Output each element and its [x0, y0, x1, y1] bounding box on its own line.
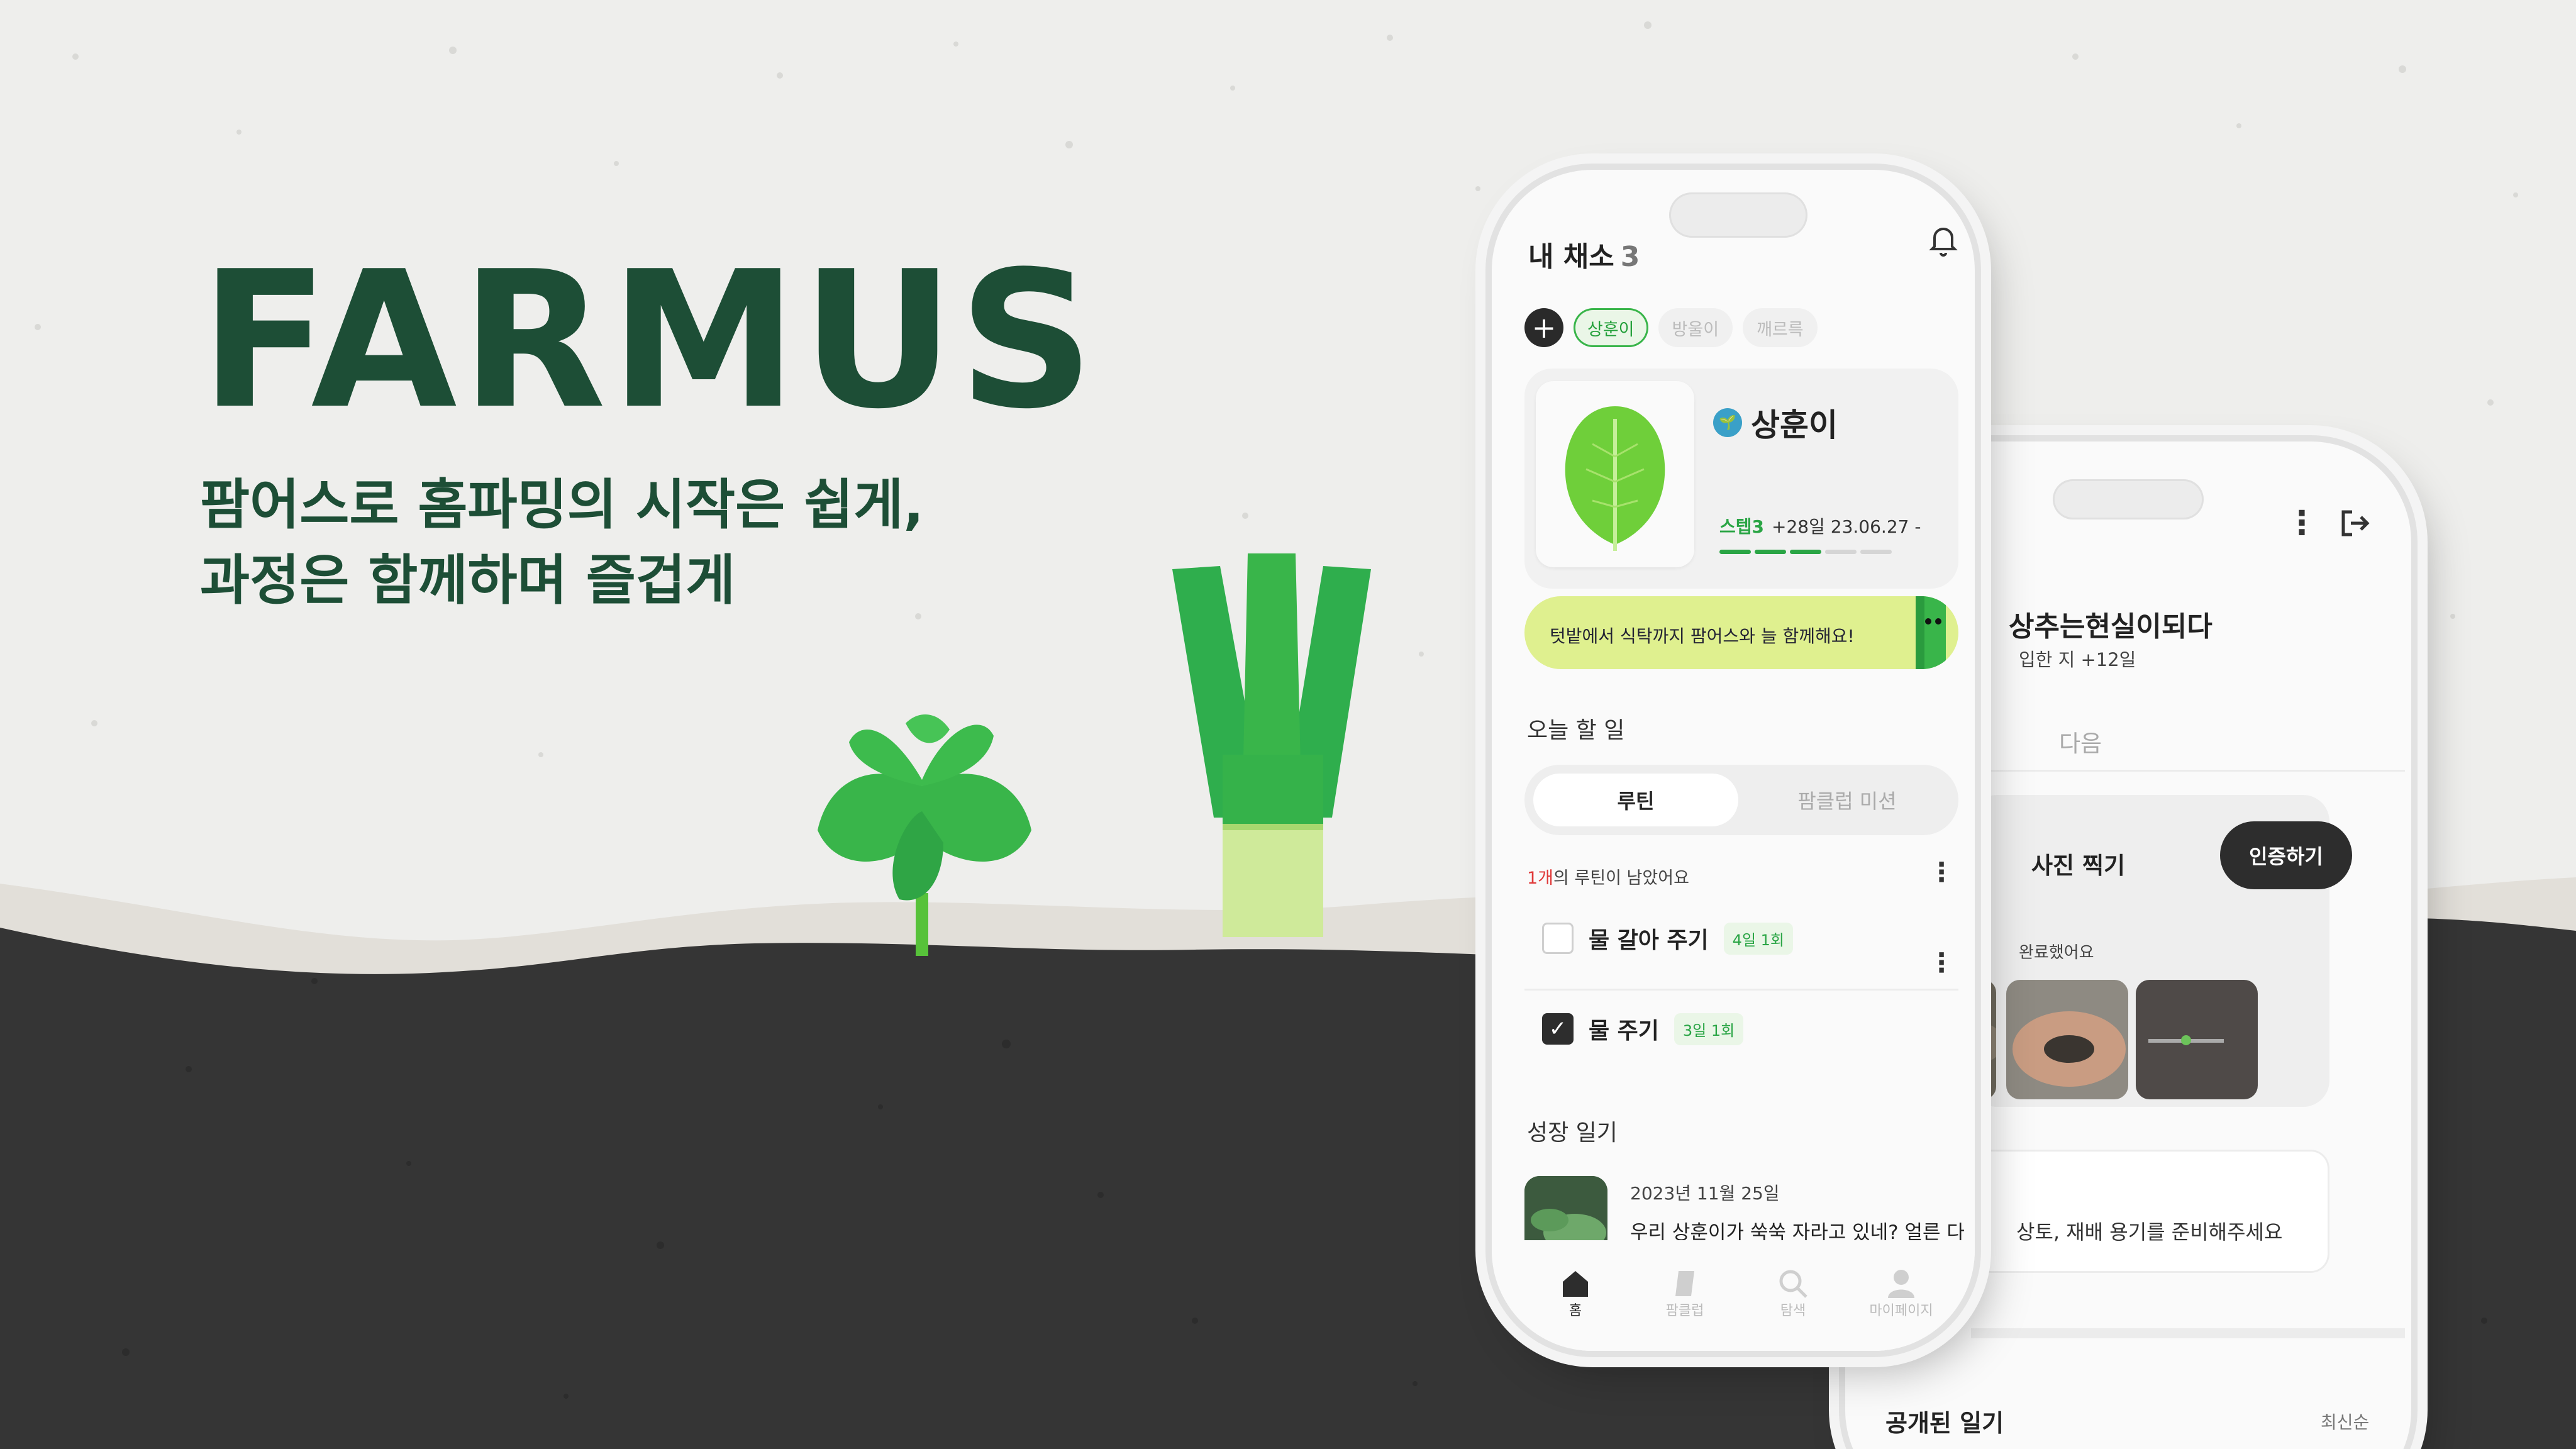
photo-thumb-2[interactable]	[2006, 980, 2128, 1099]
bottom-tab-bar: 홈 팜클럽 탐색 마이페이지	[1492, 1240, 1975, 1351]
banner-text: 텃밭에서 식탁까지 팜어스와 늘 함께해요!	[1550, 626, 1855, 647]
chip-sanghun[interactable]: 상훈이	[1574, 308, 1648, 347]
verify-button[interactable]: 인증하기	[2220, 821, 2352, 889]
divider	[1524, 989, 1958, 991]
mission-title: 사진 찍기	[2031, 852, 2126, 879]
search-icon	[1746, 1259, 1840, 1299]
notice-card	[1971, 1150, 2329, 1273]
plant-name: 🌱 상훈이	[1713, 400, 1838, 445]
plant-card[interactable]: 🌱 상훈이 스텝3 +28일 23.06.27 -	[1524, 369, 1958, 589]
progress-segment	[1719, 550, 1751, 554]
chip-bangul[interactable]: 방울이	[1658, 308, 1733, 347]
tab-explore[interactable]: 탐색	[1746, 1259, 1840, 1319]
plant-step: 스텝3	[1719, 516, 1765, 537]
remaining-count: 1개	[1527, 869, 1554, 888]
checkbox-checked[interactable]: ✓	[1542, 1013, 1574, 1045]
page-title-text: 내 채소	[1528, 241, 1614, 273]
leek-illustration	[1172, 553, 1371, 937]
page-title: 내 채소 3	[1528, 234, 1640, 274]
checkbox-unchecked[interactable]	[1542, 923, 1574, 954]
tab-next[interactable]: 다음	[2059, 724, 2102, 758]
public-diary-title: 공개된 일기	[1885, 1409, 2004, 1437]
plant-subtitle: 입한 지 +12일	[2019, 649, 2136, 670]
growth-progress	[1719, 550, 1892, 554]
plant-count: 3	[1620, 241, 1640, 273]
tagline-line-1: 팜어스로 홈파밍의 시작은 쉽게,	[200, 474, 924, 536]
tab-home[interactable]: 홈	[1528, 1259, 1623, 1319]
lettuce-image	[1536, 381, 1694, 567]
user-icon	[1854, 1259, 1948, 1299]
task-label: 물 주기	[1589, 1018, 1659, 1044]
remaining-suffix: 의 루틴이 남았어요	[1553, 869, 1689, 888]
tab-routine[interactable]: 루틴	[1533, 774, 1738, 826]
today-title: 오늘 할 일	[1527, 718, 1625, 743]
tab-mypage-label: 마이페이지	[1869, 1303, 1933, 1319]
task-row-2[interactable]: ✓ 물 주기 3일 1회	[1542, 1013, 1744, 1045]
dynamic-island	[1669, 192, 1807, 238]
kebab-icon[interactable]: ⋮	[2285, 504, 2318, 542]
plant-step-row: 스텝3 +28일 23.06.27 -	[1719, 513, 1921, 538]
notice-text: 상토, 재배 용기를 준비해주세요	[2016, 1220, 2283, 1244]
progress-segment	[1790, 550, 1821, 554]
diary-date: 2023년 11월 25일	[1630, 1183, 1780, 1204]
task-frequency: 4일 1회	[1723, 922, 1793, 955]
plant-chips: + 상훈이 방울이 깨르륵	[1524, 308, 1818, 347]
done-text: 완료했어요	[2019, 943, 2094, 962]
progress-segment	[1755, 550, 1786, 554]
task-label: 물 갈아 주기	[1589, 928, 1709, 953]
farmclub-icon	[1638, 1259, 1732, 1299]
plant-detail: +28일 23.06.27 -	[1772, 516, 1921, 537]
section-gap	[1971, 1328, 2405, 1338]
photo-thumb-3[interactable]	[2136, 980, 2258, 1099]
tab-farmclub-mission[interactable]: 팜클럽 미션	[1745, 774, 1950, 826]
bell-icon[interactable]	[1926, 221, 1961, 262]
task-segment: 루틴 팜클럽 미션	[1524, 765, 1958, 835]
brand-logo: FARMUS	[200, 231, 1098, 450]
progress-segment	[1860, 550, 1892, 554]
routine-menu-icon[interactable]: ⋮	[1928, 859, 1955, 886]
task-menu-icon[interactable]: ⋮	[1928, 950, 1955, 976]
tab-farmclub-label: 팜클럽	[1665, 1303, 1704, 1319]
front-phone: 내 채소 3 + 상훈이 방울이 깨르륵 🌱 상훈이 스텝3 +28일 23.0…	[1492, 170, 1975, 1351]
remaining-routines: 1개의 루틴이 남았어요	[1527, 864, 1689, 889]
tab-mypage[interactable]: 마이페이지	[1854, 1259, 1948, 1319]
progress-segment	[1825, 550, 1857, 554]
divider	[1971, 770, 2405, 772]
leek-mascot-icon	[1916, 596, 1946, 669]
chip-kkaereureuk[interactable]: 깨르륵	[1743, 308, 1818, 347]
dynamic-island	[2053, 479, 2204, 519]
tab-farmclub[interactable]: 팜클럽	[1638, 1259, 1732, 1319]
tagline-line-2: 과정은 함께하며 즐겁게	[200, 549, 736, 612]
diary-title: 성장 일기	[1527, 1120, 1618, 1146]
plant-name-text: 상훈이	[1751, 407, 1838, 443]
tab-explore-label: 탐색	[1780, 1303, 1806, 1319]
photo-thumb-1[interactable]	[1971, 980, 1996, 1099]
logout-icon[interactable]	[2336, 504, 2373, 545]
task-row-1[interactable]: 물 갈아 주기 4일 1회	[1542, 922, 1793, 955]
promo-banner[interactable]: 텃밭에서 식탁까지 팜어스와 늘 함께해요!	[1524, 596, 1958, 669]
plant-badge-icon: 🌱	[1713, 408, 1742, 437]
promo-stage: FARMUS 팜어스로 홈파밍의 시작은 쉽게, 과정은 함께하며 즐겁게 ⋮ …	[0, 0, 2576, 1449]
home-icon	[1528, 1259, 1623, 1299]
task-frequency: 3일 1회	[1674, 1013, 1744, 1045]
add-plant-button[interactable]: +	[1524, 308, 1563, 347]
sort-option[interactable]: 최신순	[2321, 1409, 2369, 1434]
plant-title: 상추는현실이되다	[2009, 611, 2212, 643]
tab-home-label: 홈	[1568, 1303, 1582, 1319]
